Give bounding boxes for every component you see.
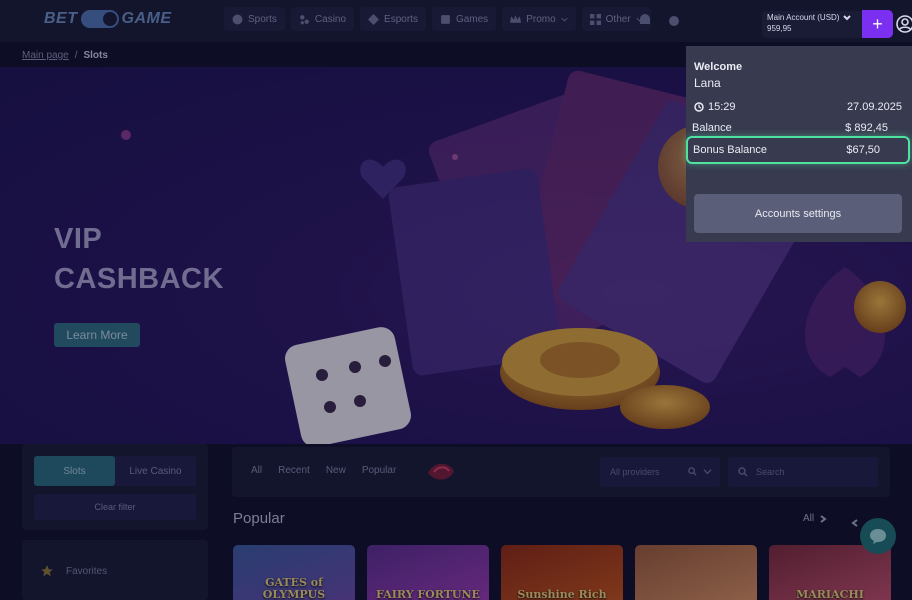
breadcrumb-home[interactable]: Main page (22, 50, 69, 61)
filter-tab-recent[interactable]: Recent (278, 465, 310, 476)
nav-promo-label: Promo (526, 13, 556, 25)
see-all-label: All (803, 513, 815, 524)
balance-value: $ 892,45 (845, 122, 888, 134)
section-title-popular: Popular (233, 510, 285, 527)
breadcrumb-current: Slots (83, 50, 108, 61)
nav-sports-label: Sports (248, 13, 277, 25)
account-selector[interactable]: Main Account (USD) 959,95 (762, 11, 862, 38)
game-card[interactable]: FAIRY FORTUNE (367, 545, 489, 600)
nav-games[interactable]: Games (431, 7, 497, 31)
clear-filter-button[interactable]: Clear filter (34, 494, 196, 520)
filter-tab-popular[interactable]: Popular (362, 465, 396, 476)
nav-casino-label: Casino (314, 13, 347, 25)
apple-icon[interactable] (668, 13, 682, 27)
logo-text-left: BET (44, 10, 78, 27)
chat-button[interactable] (860, 518, 896, 554)
game-card[interactable]: Sunshine Rich (501, 545, 623, 600)
hero-title: VIP CASHBACK (54, 219, 224, 299)
chevron-down-icon (560, 17, 568, 22)
tab-slots[interactable]: Slots (34, 456, 115, 486)
learn-more-button[interactable]: Learn More (54, 323, 140, 347)
soccer-ball-icon (232, 14, 243, 24)
nav-esports-label: Esports (384, 13, 418, 25)
slot-machine-icon (300, 14, 309, 24)
clock-icon (694, 102, 704, 112)
search-icon (738, 467, 748, 477)
providers-select[interactable]: All providers (600, 457, 720, 487)
chevron-left-icon (851, 519, 858, 527)
favorites-panel: Favorites (22, 540, 208, 600)
time-value: 15:29 (708, 101, 736, 113)
game-title: GATES of OLYMPUS (262, 576, 326, 600)
carousel-prev-button[interactable] (851, 514, 859, 532)
crown-icon (510, 14, 522, 23)
welcome-label: Welcome (694, 61, 743, 73)
nav-other-label: Other (605, 13, 631, 25)
chevron-right-icon (820, 514, 827, 523)
game-title: MARIACHI (796, 588, 864, 600)
nav-games-label: Games (455, 13, 489, 25)
search-placeholder: Search (756, 467, 785, 477)
android-icon[interactable] (638, 13, 652, 27)
balance-label: Balance (692, 122, 732, 134)
deposit-button[interactable]: + (862, 10, 893, 38)
favorites-label: Favorites (66, 565, 108, 577)
nav-casino[interactable]: Casino (290, 7, 355, 31)
account-popup: Welcome Lana 15:29 27.09.2025 Balance $ … (686, 46, 912, 242)
filter-tab-new[interactable]: New (326, 465, 346, 476)
account-balance: 959,95 (767, 24, 792, 33)
nav-promo[interactable]: Promo (502, 7, 576, 31)
search-input[interactable]: Search (728, 457, 878, 487)
game-card[interactable] (635, 545, 757, 600)
current-time: 15:29 (694, 101, 736, 113)
game-card[interactable]: GATES of OLYMPUS (233, 545, 355, 600)
bonus-balance-value: $67,50 (846, 144, 880, 156)
game-title: Sunshine Rich (517, 588, 607, 600)
main-nav: Sports Casino Esports Games Promo Other (224, 7, 651, 31)
current-date: 27.09.2025 (846, 101, 902, 113)
site-logo[interactable]: BET GAME (44, 10, 172, 28)
bonus-balance-row: Bonus Balance $67,50 (686, 136, 910, 164)
tab-live-casino[interactable]: Live Casino (115, 456, 196, 486)
game-title: FAIRY FORTUNE (376, 588, 480, 600)
accounts-settings-button[interactable]: Accounts settings (694, 194, 902, 233)
game-filter-bar: All Recent New Popular All providers Sea… (232, 447, 890, 497)
hero-title-line1: VIP (54, 223, 103, 255)
popular-games-row: GATES of OLYMPUS FAIRY FORTUNE Sunshine … (233, 545, 891, 600)
breadcrumb: Main page / Slots (22, 50, 108, 61)
bonus-balance-label: Bonus Balance (693, 144, 767, 156)
filter-tab-all[interactable]: All (251, 465, 262, 476)
user-name: Lana (694, 76, 721, 90)
chevron-down-icon (703, 469, 712, 475)
chevron-down-icon (843, 14, 852, 20)
category-panel: Slots Live Casino Clear filter (22, 444, 208, 530)
user-profile-icon[interactable] (896, 15, 912, 33)
nav-esports[interactable]: Esports (360, 7, 426, 31)
logo-toggle-icon (80, 10, 119, 28)
hot-badge-icon[interactable] (424, 457, 458, 487)
nav-sports[interactable]: Sports (224, 7, 285, 31)
games-icon (441, 14, 450, 24)
gamepad-icon (368, 13, 380, 25)
breadcrumb-separator: / (74, 50, 78, 61)
chat-bubble-icon (870, 529, 886, 544)
grid-icon (589, 13, 601, 25)
category-switch: Slots Live Casino (34, 456, 196, 486)
see-all-link[interactable]: All (803, 513, 827, 524)
filter-tabs: All Recent New Popular (251, 465, 396, 476)
providers-placeholder: All providers (610, 467, 660, 477)
account-name: Main Account (USD) (767, 13, 840, 22)
sidebar-item-favorites[interactable]: Favorites (40, 564, 107, 578)
balance-row: Balance $ 892,45 (692, 122, 902, 134)
logo-text-right: GAME (121, 10, 172, 27)
hero-title-line2: CASHBACK (54, 263, 224, 295)
search-icon (688, 467, 697, 476)
star-icon (41, 565, 53, 577)
